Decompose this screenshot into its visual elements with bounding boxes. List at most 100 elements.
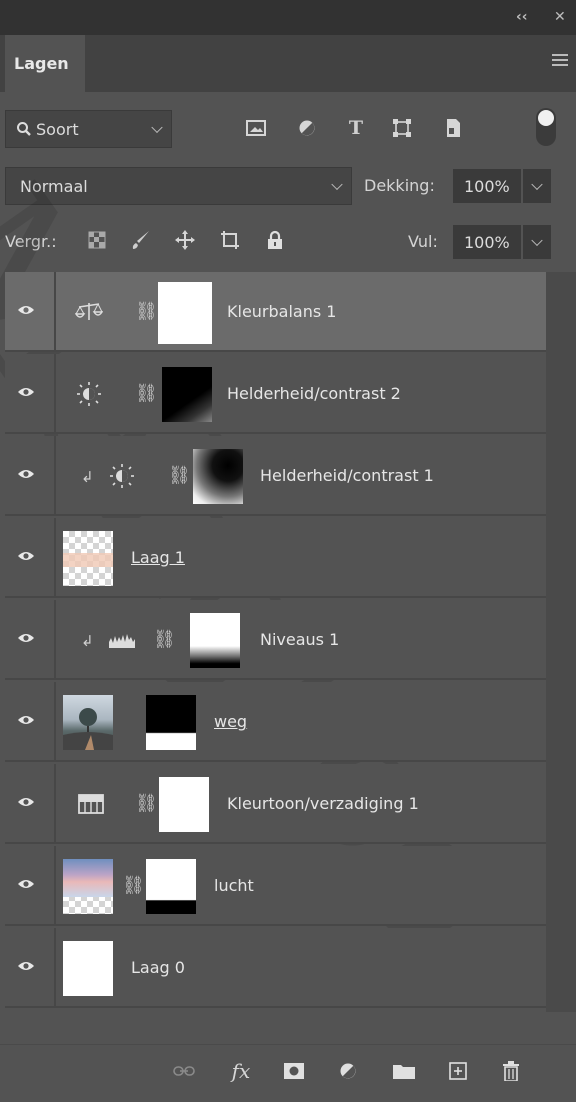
layer-name[interactable]: Helderheid/contrast 2 xyxy=(227,384,401,403)
layer-row[interactable]: ⛓ lucht xyxy=(5,846,546,926)
layer-mask-thumbnail[interactable] xyxy=(158,282,212,344)
layer-mask-thumbnail[interactable] xyxy=(190,613,240,668)
fill-slider-button[interactable] xyxy=(523,225,551,259)
layer-name[interactable]: Helderheid/contrast 1 xyxy=(260,466,434,485)
layer-thumbnail[interactable] xyxy=(63,941,113,996)
layers-panel: ‹‹ ✕ Lagen Soort T Normaal Dekking: 100%… xyxy=(0,0,576,1102)
layers-bottom-toolbar: fx xyxy=(0,1044,576,1102)
tab-layers[interactable]: Lagen xyxy=(5,35,85,92)
color-balance-icon xyxy=(75,303,103,320)
panel-menu-icon[interactable] xyxy=(552,54,568,69)
visibility-column-divider xyxy=(54,354,56,432)
fill-field[interactable]: 100% xyxy=(453,225,521,259)
brightness-contrast-icon xyxy=(110,464,134,488)
visibility-column-divider xyxy=(54,682,56,760)
layer-name[interactable]: Kleurtoon/verzadiging 1 xyxy=(227,794,419,813)
clipping-arrow-icon: ↲ xyxy=(81,468,94,486)
layer-mask-thumbnail[interactable] xyxy=(193,449,243,504)
layer-thumbnail[interactable] xyxy=(63,695,113,750)
layer-row[interactable]: weg xyxy=(5,682,546,762)
opacity-value: 100% xyxy=(464,176,510,196)
filter-kind-dropdown[interactable]: Soort xyxy=(5,110,172,148)
opacity-field[interactable]: 100% xyxy=(453,169,521,203)
layer-row[interactable]: ↲ ⛓ Niveaus 1 xyxy=(5,600,546,680)
add-mask-icon[interactable] xyxy=(282,1059,306,1083)
visibility-eye-icon[interactable] xyxy=(17,468,35,480)
layer-row[interactable]: Laag 0 xyxy=(5,928,546,1008)
adjustment-filter-icon[interactable] xyxy=(296,117,318,139)
visibility-eye-icon[interactable] xyxy=(17,714,35,726)
new-adjustment-icon[interactable] xyxy=(336,1059,360,1083)
layer-name[interactable]: Laag 0 xyxy=(131,958,185,977)
blend-mode-value: Normaal xyxy=(20,176,88,196)
layer-mask-thumbnail[interactable] xyxy=(162,367,212,422)
opacity-slider-button[interactable] xyxy=(523,169,551,203)
visibility-column-divider xyxy=(54,436,56,514)
layer-name[interactable]: weg xyxy=(214,712,247,731)
panel-title-strip: ‹‹ ✕ xyxy=(0,0,576,35)
layer-mask-thumbnail[interactable] xyxy=(146,695,196,750)
layer-thumbnail[interactable] xyxy=(63,531,113,586)
chevron-down-icon xyxy=(151,121,163,134)
tab-layers-label: Lagen xyxy=(14,54,69,73)
new-group-icon[interactable] xyxy=(392,1059,416,1083)
link-layers-icon[interactable] xyxy=(172,1059,196,1083)
image-filter-icon[interactable] xyxy=(245,117,267,139)
lock-image-pixels-icon[interactable] xyxy=(130,229,152,251)
opacity-label: Dekking: xyxy=(364,176,435,195)
layer-thumbnail[interactable] xyxy=(63,859,113,914)
layer-row[interactable]: ⛓ Helderheid/contrast 2 xyxy=(5,354,546,434)
fx-icon[interactable]: fx xyxy=(229,1059,253,1083)
lock-position-icon[interactable] xyxy=(174,229,196,251)
fill-value: 100% xyxy=(464,232,510,252)
delete-layer-icon[interactable] xyxy=(499,1059,523,1083)
visibility-column-divider xyxy=(54,518,56,596)
scrollbar-track[interactable] xyxy=(546,272,576,1012)
lock-transparent-pixels-icon[interactable] xyxy=(86,229,108,251)
smart-object-filter-icon[interactable] xyxy=(442,117,464,139)
collapse-panel-button[interactable]: ‹‹ xyxy=(516,9,528,25)
new-layer-icon[interactable] xyxy=(446,1059,470,1083)
visibility-eye-icon[interactable] xyxy=(17,960,35,972)
layer-mask-thumbnail[interactable] xyxy=(146,859,196,914)
layer-name[interactable]: Laag 1 xyxy=(131,548,185,567)
close-panel-button[interactable]: ✕ xyxy=(554,9,566,25)
layer-mask-thumbnail[interactable] xyxy=(159,777,209,832)
mask-link-icon[interactable]: ⛓ xyxy=(135,383,158,405)
mask-link-icon[interactable]: ⛓ xyxy=(153,629,176,651)
clipping-arrow-icon: ↲ xyxy=(81,632,94,650)
lock-label: Vergr.: xyxy=(5,232,57,251)
layer-name[interactable]: Niveaus 1 xyxy=(260,630,339,649)
chevron-down-icon xyxy=(331,178,343,191)
fill-label: Vul: xyxy=(408,232,438,251)
visibility-column-divider xyxy=(54,272,56,350)
layer-row[interactable]: Laag 1 xyxy=(5,518,546,598)
filter-toggle-switch[interactable] xyxy=(536,108,556,146)
visibility-eye-icon[interactable] xyxy=(17,796,35,808)
levels-icon xyxy=(109,634,135,648)
shape-filter-icon[interactable] xyxy=(391,117,413,139)
brightness-contrast-icon xyxy=(77,382,101,406)
tab-bar: Lagen xyxy=(0,35,576,92)
visibility-eye-icon[interactable] xyxy=(17,550,35,562)
layer-row[interactable]: ⛓ Kleurbalans 1 xyxy=(5,272,546,352)
layer-row[interactable]: ↲ ⛓ Helderheid/contrast 1 xyxy=(5,436,546,516)
layer-row[interactable]: ⛓ Kleurtoon/verzadiging 1 xyxy=(5,764,546,844)
blend-mode-dropdown[interactable]: Normaal xyxy=(5,167,352,205)
layer-name[interactable]: Kleurbalans 1 xyxy=(227,302,336,321)
lock-all-icon[interactable] xyxy=(264,229,286,251)
visibility-eye-icon[interactable] xyxy=(17,632,35,644)
lock-artboard-icon[interactable] xyxy=(219,229,241,251)
chevron-down-icon xyxy=(531,178,543,191)
mask-link-icon[interactable]: ⛓ xyxy=(168,465,191,487)
mask-link-icon[interactable]: ⛓ xyxy=(135,793,158,815)
visibility-eye-icon[interactable] xyxy=(17,386,35,398)
visibility-column-divider xyxy=(54,846,56,924)
visibility-eye-icon[interactable] xyxy=(17,878,35,890)
layer-name[interactable]: lucht xyxy=(214,876,254,895)
visibility-eye-icon[interactable] xyxy=(17,304,35,316)
mask-link-icon[interactable]: ⛓ xyxy=(135,301,158,323)
mask-link-icon[interactable]: ⛓ xyxy=(122,875,145,897)
visibility-column-divider xyxy=(54,600,56,678)
type-filter-icon[interactable]: T xyxy=(345,117,367,139)
